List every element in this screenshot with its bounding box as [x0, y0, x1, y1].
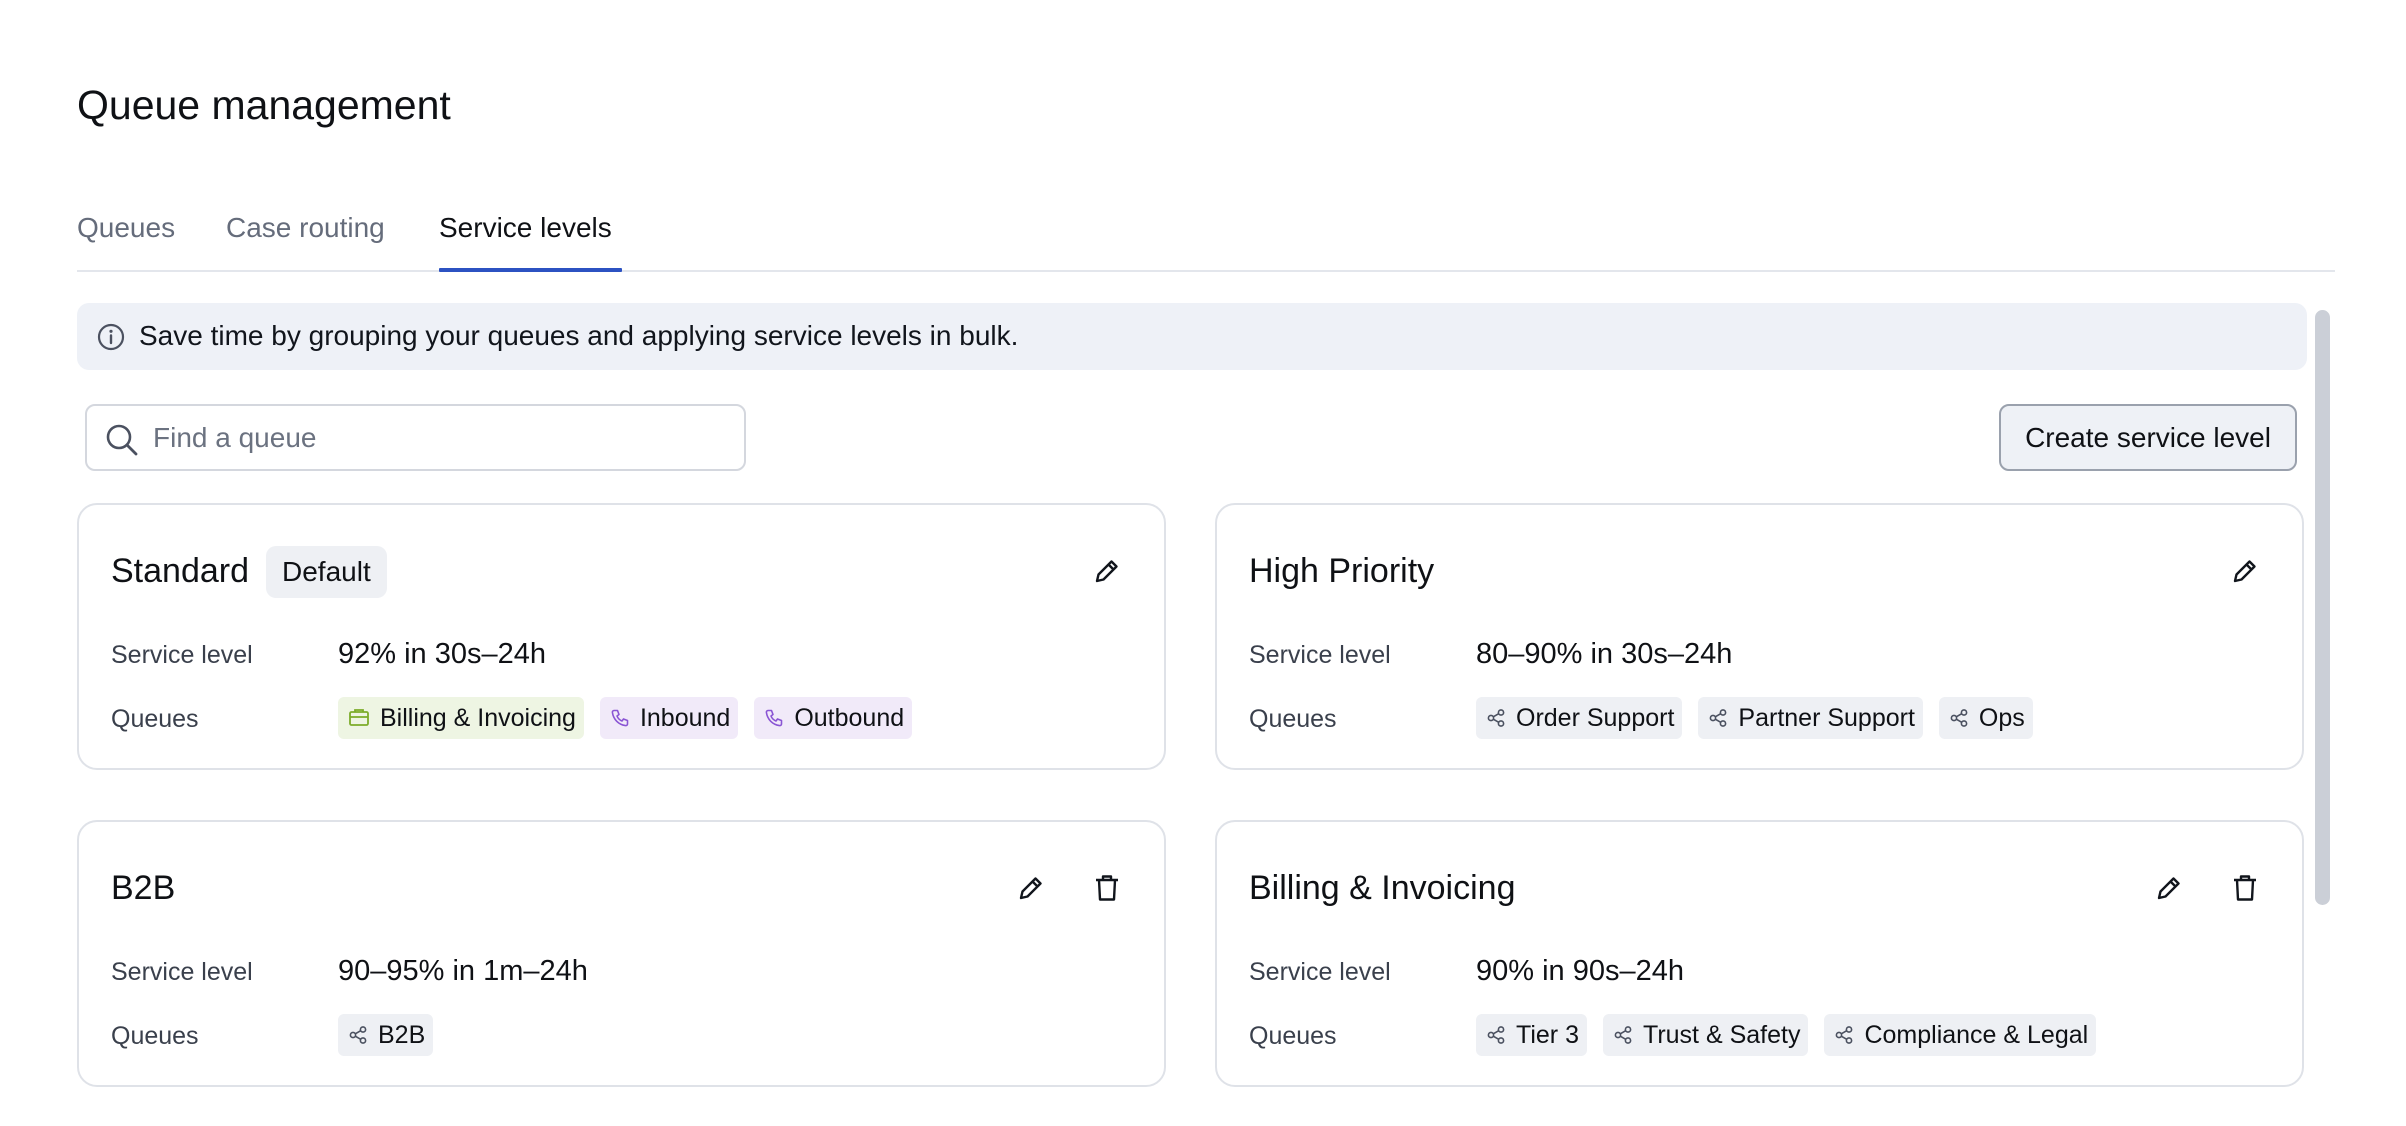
queue-chip-label: Inbound [639, 703, 731, 732]
share-icon [1836, 1026, 1853, 1044]
share-icon [1487, 1026, 1505, 1044]
queue-chip-label: Billing & Invoicing [380, 703, 576, 732]
queues-label: Queues [1249, 1022, 1337, 1050]
queue-chip-label: Order Support [1516, 703, 1675, 732]
tab-service-levels[interactable]: Service levels [439, 212, 612, 244]
edit-button[interactable] [1085, 549, 1129, 593]
service-level-value: 90–95% in 1m–24h [338, 955, 588, 987]
service-level-label: Service level [111, 958, 253, 986]
queues-label: Queues [111, 1022, 199, 1050]
service-level-value: 90% in 90s–24h [1476, 955, 1684, 987]
queue-chip: Billing & Invoicing [338, 697, 584, 739]
pencil-icon [2233, 560, 2256, 583]
service-level-label: Service level [111, 641, 253, 669]
queue-chip-label: B2B [378, 1020, 426, 1049]
share-icon [349, 1026, 367, 1044]
phone-icon [765, 709, 783, 727]
service-level-card: B2B Service level 90–95% in 1m–24h Queue… [77, 820, 1166, 1087]
pencil-icon [1019, 877, 1042, 900]
queue-chip: Partner Support [1698, 697, 1923, 739]
queue-chip: Compliance & Legal [1824, 1014, 2097, 1056]
share-icon [1710, 709, 1727, 727]
queue-chip-label: Ops [1978, 703, 2025, 732]
share-icon [1614, 1026, 1632, 1044]
banner-text: Save time by grouping your queues and ap… [139, 320, 1019, 351]
card-title: Billing & Invoicing [1249, 869, 1516, 907]
edit-button[interactable] [1009, 866, 1053, 910]
share-icon [1950, 709, 1968, 727]
queue-chips: Tier 3 Trust & Safety Compliance & Legal [1476, 1014, 2097, 1056]
scrollbar[interactable] [2315, 310, 2330, 905]
create-service-level-button[interactable]: Create service level [1999, 404, 2297, 471]
card-title: B2B [111, 869, 176, 907]
service-level-label: Service level [1249, 641, 1391, 669]
queue-chips: B2B [338, 1014, 434, 1056]
service-level-card: High Priority Service level 80–90% in 30… [1215, 503, 2304, 770]
queue-chip: Trust & Safety [1602, 1014, 1809, 1056]
queue-chips: Order Support Partner Support Ops [1476, 697, 2033, 739]
queue-chip: Tier 3 [1476, 1014, 1587, 1056]
pencil-icon [1095, 560, 1118, 583]
queues-label: Queues [111, 705, 199, 733]
service-level-value: 80–90% in 30s–24h [1476, 638, 1733, 670]
queue-chip-label: Partner Support [1738, 703, 1915, 732]
card-title: Standard [111, 552, 249, 590]
active-tab-indicator [439, 268, 622, 272]
share-icon [1487, 709, 1505, 727]
info-banner: Save time by grouping your queues and ap… [77, 303, 2307, 370]
trash-icon [1096, 875, 1118, 901]
queue-chip: Outbound [754, 697, 913, 739]
service-level-card: Standard Default Service level 92% in 30… [77, 503, 1166, 770]
queue-chip-label: Outbound [794, 703, 905, 732]
edit-button[interactable] [2147, 866, 2191, 910]
queue-chip: B2B [338, 1014, 434, 1056]
queue-chip: Inbound [599, 697, 739, 739]
edit-button[interactable] [2223, 549, 2267, 593]
queue-chip: Ops [1938, 697, 2033, 739]
card-title: High Priority [1249, 552, 1435, 590]
pencil-icon [2157, 877, 2180, 900]
queue-chip-label: Tier 3 [1516, 1020, 1579, 1049]
queue-chip-label: Trust & Safety [1642, 1020, 1801, 1049]
tab-case-routing[interactable]: Case routing [226, 212, 385, 244]
delete-button[interactable] [1085, 866, 1129, 910]
tab-bar: Queues Case routing Service levels [77, 200, 2335, 272]
queue-chips: Billing & Invoicing Inbound Outbound [338, 697, 913, 739]
delete-button[interactable] [2223, 866, 2267, 910]
service-level-card: Billing & Invoicing Service level 90% in… [1215, 820, 2304, 1087]
page-title: Queue management [77, 82, 451, 128]
envelope-icon [349, 709, 369, 726]
service-level-value: 92% in 30s–24h [338, 638, 546, 670]
search-input[interactable] [153, 406, 733, 469]
phone-icon [611, 709, 629, 727]
search-box [85, 404, 746, 471]
trash-icon [2234, 875, 2256, 901]
search-icon [106, 424, 138, 456]
service-level-label: Service level [1249, 958, 1391, 986]
queues-label: Queues [1249, 705, 1337, 733]
info-icon [97, 323, 125, 351]
default-badge: Default [266, 546, 387, 598]
queue-chip-label: Compliance & Legal [1864, 1020, 2089, 1049]
tab-queues[interactable]: Queues [77, 212, 175, 244]
queue-chip: Order Support [1476, 697, 1683, 739]
